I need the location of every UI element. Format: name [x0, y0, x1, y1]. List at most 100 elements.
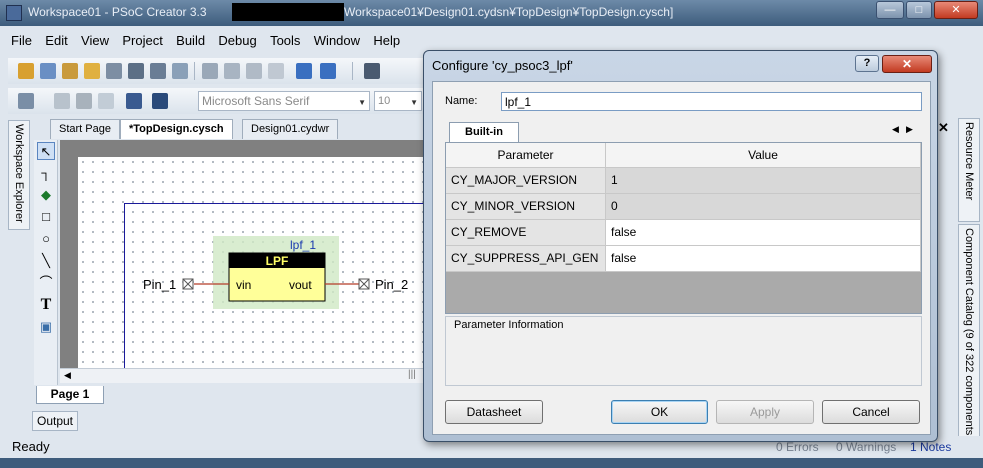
- maximize-button[interactable]: □: [906, 1, 932, 19]
- menu-bar: File Edit View Project Build Debug Tools…: [8, 30, 428, 52]
- paste-icon[interactable]: [246, 63, 262, 79]
- wire-tool-icon[interactable]: ┐: [37, 164, 55, 182]
- window-title: Workspace01 - PSoC Creator 3.3: [28, 5, 207, 19]
- menu-build[interactable]: Build: [176, 30, 205, 52]
- clean-icon[interactable]: [76, 93, 92, 109]
- tab-scroll-left-icon[interactable]: ◀: [892, 124, 899, 135]
- tab-design-wide-resources[interactable]: Design01.cydwr: [242, 119, 339, 139]
- image-tool-icon[interactable]: ▣: [37, 318, 55, 336]
- document-tabs: Start Page *TopDesign.cysch Design01.cyd…: [36, 119, 426, 139]
- font-size-value: 10: [378, 95, 391, 107]
- print-preview-icon[interactable]: [172, 63, 188, 79]
- program-device-icon[interactable]: [126, 93, 142, 109]
- rectangle-tool-icon[interactable]: □: [37, 208, 55, 226]
- menu-window[interactable]: Window: [314, 30, 360, 52]
- undo-icon[interactable]: [296, 63, 312, 79]
- table-row[interactable]: CY_REMOVE false: [446, 220, 921, 246]
- scroll-grip-icon[interactable]: |||: [408, 369, 416, 380]
- lpf-schematic-drawing: lpf_1 LPF vin vout Pin_1 Pin_2: [143, 236, 408, 309]
- arc-tool-icon[interactable]: ⌒: [37, 274, 55, 292]
- redo-icon[interactable]: [320, 63, 336, 79]
- line-tool-icon[interactable]: ╲: [37, 252, 55, 270]
- ellipse-tool-icon[interactable]: ○: [37, 230, 55, 248]
- parameter-value: 0: [606, 194, 921, 220]
- menu-tools[interactable]: Tools: [270, 30, 300, 52]
- parameter-name: CY_MAJOR_VERSION: [446, 168, 606, 194]
- save-all-icon[interactable]: [128, 63, 144, 79]
- existing-item-icon[interactable]: [62, 63, 78, 79]
- parameter-information-title: Parameter Information: [454, 319, 564, 331]
- parameter-name: CY_MINOR_VERSION: [446, 194, 606, 220]
- close-button[interactable]: ✕: [934, 1, 978, 19]
- print-icon[interactable]: [150, 63, 166, 79]
- component-catalog-tab[interactable]: Component Catalog (9 of 322 components: [958, 224, 980, 454]
- grid-header-row: Parameter Value: [446, 143, 921, 169]
- close-doc-icon[interactable]: ✕: [938, 120, 949, 136]
- dialog-body: Name: Built-in ◀ ▶ Parameter Value CY_MA…: [432, 81, 931, 435]
- table-row[interactable]: CY_SUPPRESS_API_GEN false: [446, 246, 921, 272]
- menu-help[interactable]: Help: [373, 30, 400, 52]
- parameter-information-panel: Parameter Information: [445, 316, 922, 386]
- find-icon[interactable]: [364, 63, 380, 79]
- save-icon[interactable]: [106, 63, 122, 79]
- tab-start-page[interactable]: Start Page: [50, 119, 120, 139]
- standard-toolbar: [8, 58, 428, 84]
- parameter-value-editable[interactable]: false: [606, 220, 921, 246]
- menu-edit[interactable]: Edit: [45, 30, 67, 52]
- window-title-path: Workspace01¥Design01.cydsn¥TopDesign¥Top…: [344, 5, 674, 19]
- open-folder-icon[interactable]: [84, 63, 100, 79]
- tab-topdesign[interactable]: *TopDesign.cysch: [120, 119, 233, 139]
- menu-view[interactable]: View: [81, 30, 109, 52]
- delete-icon[interactable]: [268, 63, 284, 79]
- new-project-icon[interactable]: [18, 63, 34, 79]
- copy-icon[interactable]: [224, 63, 240, 79]
- title-redaction: [232, 3, 344, 21]
- configure-dialog: Configure 'cy_psoc3_lpf' ? ✕ Name: Built…: [423, 50, 938, 442]
- output-panel-tab[interactable]: Output: [32, 411, 78, 431]
- workspace-explorer-tab[interactable]: Workspace Explorer: [8, 120, 30, 230]
- minimize-button[interactable]: —: [876, 1, 904, 19]
- build-icon[interactable]: [54, 93, 70, 109]
- new-item-icon[interactable]: [40, 63, 56, 79]
- debug-bug-icon[interactable]: [152, 93, 168, 109]
- ok-button[interactable]: OK: [611, 400, 708, 424]
- horizontal-scrollbar[interactable]: ◀ |||: [60, 368, 428, 383]
- resource-meter-label: Resource Meter: [963, 122, 975, 201]
- tab-page-1[interactable]: Page 1: [36, 386, 104, 404]
- stop-build-icon[interactable]: [98, 93, 114, 109]
- pointer-tool-icon[interactable]: ↖: [37, 142, 55, 160]
- text-tool-icon[interactable]: T: [37, 296, 55, 314]
- font-size-select[interactable]: 10 ▼: [374, 91, 422, 111]
- cancel-button[interactable]: Cancel: [822, 400, 920, 424]
- terminal-tool-icon[interactable]: ◆: [37, 186, 55, 204]
- datasheet-button[interactable]: Datasheet: [445, 400, 543, 424]
- errors-count[interactable]: 0 Errors: [776, 440, 819, 454]
- tab-built-in[interactable]: Built-in: [449, 122, 519, 142]
- title-bar: Workspace01 - PSoC Creator 3.3 Workspace…: [0, 0, 983, 26]
- notes-count[interactable]: 1 Notes: [910, 440, 951, 454]
- parameter-name: CY_SUPPRESS_API_GEN: [446, 246, 606, 272]
- table-row[interactable]: CY_MAJOR_VERSION 1: [446, 168, 921, 194]
- apply-button[interactable]: Apply: [716, 400, 814, 424]
- instance-name-label: lpf_1: [290, 238, 316, 252]
- parameter-value-editable[interactable]: false: [606, 246, 921, 272]
- workspace-explorer-label: Workspace Explorer: [13, 124, 25, 223]
- resource-meter-tab[interactable]: Resource Meter: [958, 118, 980, 222]
- menu-debug[interactable]: Debug: [218, 30, 256, 52]
- menu-file[interactable]: File: [11, 30, 32, 52]
- table-row[interactable]: CY_MINOR_VERSION 0: [446, 194, 921, 220]
- warnings-count[interactable]: 0 Warnings: [836, 440, 896, 454]
- build-settings-icon[interactable]: [18, 93, 34, 109]
- tab-scroll-right-icon[interactable]: ▶: [906, 124, 913, 135]
- cut-icon[interactable]: [202, 63, 218, 79]
- scroll-left-icon[interactable]: ◀: [64, 370, 71, 381]
- schematic-sheet[interactable]: lpf_1 LPF vin vout Pin_1 Pin_2: [78, 157, 428, 368]
- column-header-value[interactable]: Value: [606, 143, 921, 168]
- schematic-canvas-area[interactable]: lpf_1 LPF vin vout Pin_1 Pin_2: [60, 140, 428, 368]
- menu-project[interactable]: Project: [122, 30, 162, 52]
- dialog-help-button[interactable]: ?: [855, 55, 879, 72]
- name-field[interactable]: [501, 92, 922, 111]
- font-family-select[interactable]: Microsoft Sans Serif ▼: [198, 91, 370, 111]
- dialog-close-button[interactable]: ✕: [882, 55, 932, 73]
- column-header-parameter[interactable]: Parameter: [446, 143, 606, 168]
